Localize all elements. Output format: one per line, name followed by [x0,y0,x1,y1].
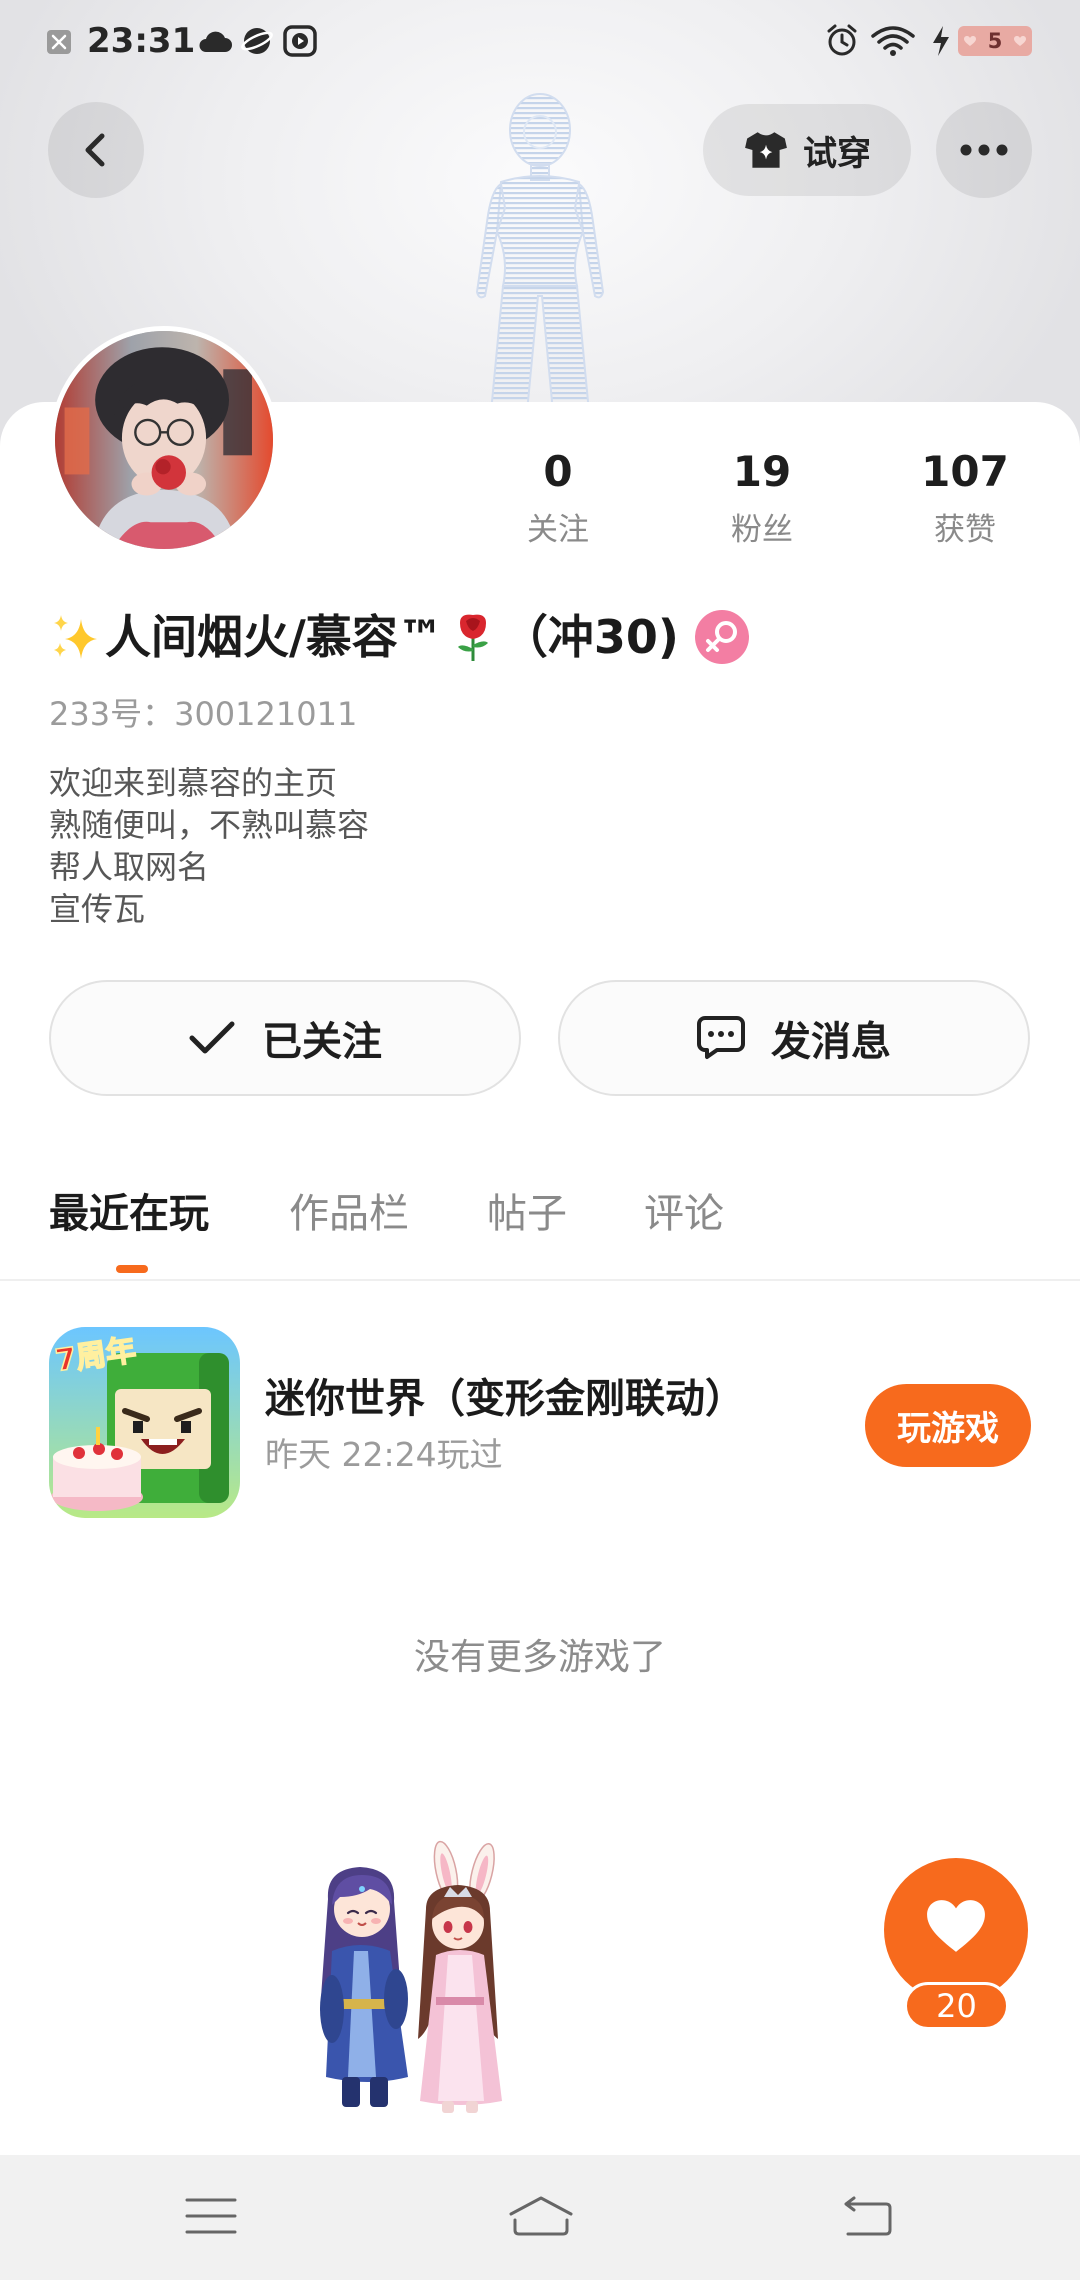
heart-icon [927,1900,985,1952]
profile-name: 人间烟火/慕容™ [105,610,444,664]
bio-line: 帮人取网名 [49,848,210,886]
chibi-characters-illustration [320,1840,502,2113]
heart-icon [1014,36,1026,46]
chat-icon [697,1016,745,1059]
stat-label: 粉丝 [731,512,793,548]
try-on-label: 试穿 [803,133,871,174]
like-count: 20 [904,1982,1009,2030]
tab-divider [0,1279,1080,1281]
right-character [418,1840,502,2113]
follow-label: 已关注 [262,1019,382,1065]
tab-works[interactable]: 作品栏 [289,1188,409,1240]
battery-level: 5 [987,29,1003,53]
avatar[interactable] [50,326,278,554]
rose-icon [457,614,488,661]
game-title[interactable]: 迷你世界（变形金刚联动） [265,1374,745,1424]
status-time: 23:31 [87,21,196,61]
like-button[interactable] [884,1858,1028,2002]
media-icon [283,25,317,57]
sparkles-icon [54,615,97,659]
back-button[interactable] [48,102,144,198]
game-icon[interactable]: 7周年 [49,1327,240,1518]
active-tab-indicator [116,1265,148,1273]
female-icon [694,610,749,664]
message-button[interactable]: 发消息 [558,980,1030,1096]
tab-comments[interactable]: 评论 [644,1188,724,1240]
game-icon-art: 7周年 [49,1327,240,1518]
back-icon[interactable] [840,2194,896,2238]
stat-following[interactable]: 0 关注 [473,446,643,550]
checkmark-icon [189,1021,235,1054]
charging-icon [933,26,949,56]
try-on-button[interactable]: 试穿 [703,104,911,196]
notification-icon [47,30,71,54]
heart-icon [964,36,976,46]
battery-icon: 5 [958,26,1032,56]
menu-icon[interactable] [183,2194,239,2238]
more-button[interactable] [936,102,1032,198]
stat-label: 关注 [527,512,589,548]
profile-name-suffix: （冲30) [501,610,679,664]
more-icon [960,144,1008,156]
chevron-left-icon [85,133,105,167]
stat-value: 107 [921,447,1009,496]
avatar-image [55,331,273,549]
stat-likes[interactable]: 107 获赞 [880,446,1050,550]
alarm-icon [827,24,857,56]
tab-posts[interactable]: 帖子 [487,1188,567,1240]
bio-line: 欢迎来到慕容的主页 [49,764,338,802]
follow-button[interactable]: 已关注 [49,980,521,1096]
game-last-played: 昨天 22:24玩过 [265,1435,503,1474]
shirt-icon [745,132,787,168]
bio-line: 宣传瓦 [49,890,146,928]
user-id: 233号：300121011 [49,695,358,733]
avatar-hologram[interactable] [435,82,645,412]
no-more-games-text: 没有更多游戏了 [413,1637,666,1678]
stat-value: 19 [732,447,792,496]
cloud-icon [199,31,232,52]
profile-name-row: 人间烟火/慕容™ （冲30) [49,605,749,669]
bio-line: 熟随便叫，不熟叫慕容 [49,806,370,844]
planet-icon [241,28,273,54]
stat-label: 获赞 [934,512,996,548]
stat-value: 0 [543,447,573,496]
profile-bio: 欢迎来到慕容的主页 熟随便叫，不熟叫慕容 帮人取网名 宣传瓦 [49,762,369,930]
play-game-button[interactable]: 玩游戏 [865,1384,1031,1467]
tab-recently-played[interactable]: 最近在玩 [49,1188,209,1240]
home-icon[interactable] [505,2194,577,2238]
left-character [320,1867,408,2107]
stat-followers[interactable]: 19 粉丝 [677,446,847,550]
wifi-icon [871,26,915,56]
message-label: 发消息 [771,1019,891,1065]
